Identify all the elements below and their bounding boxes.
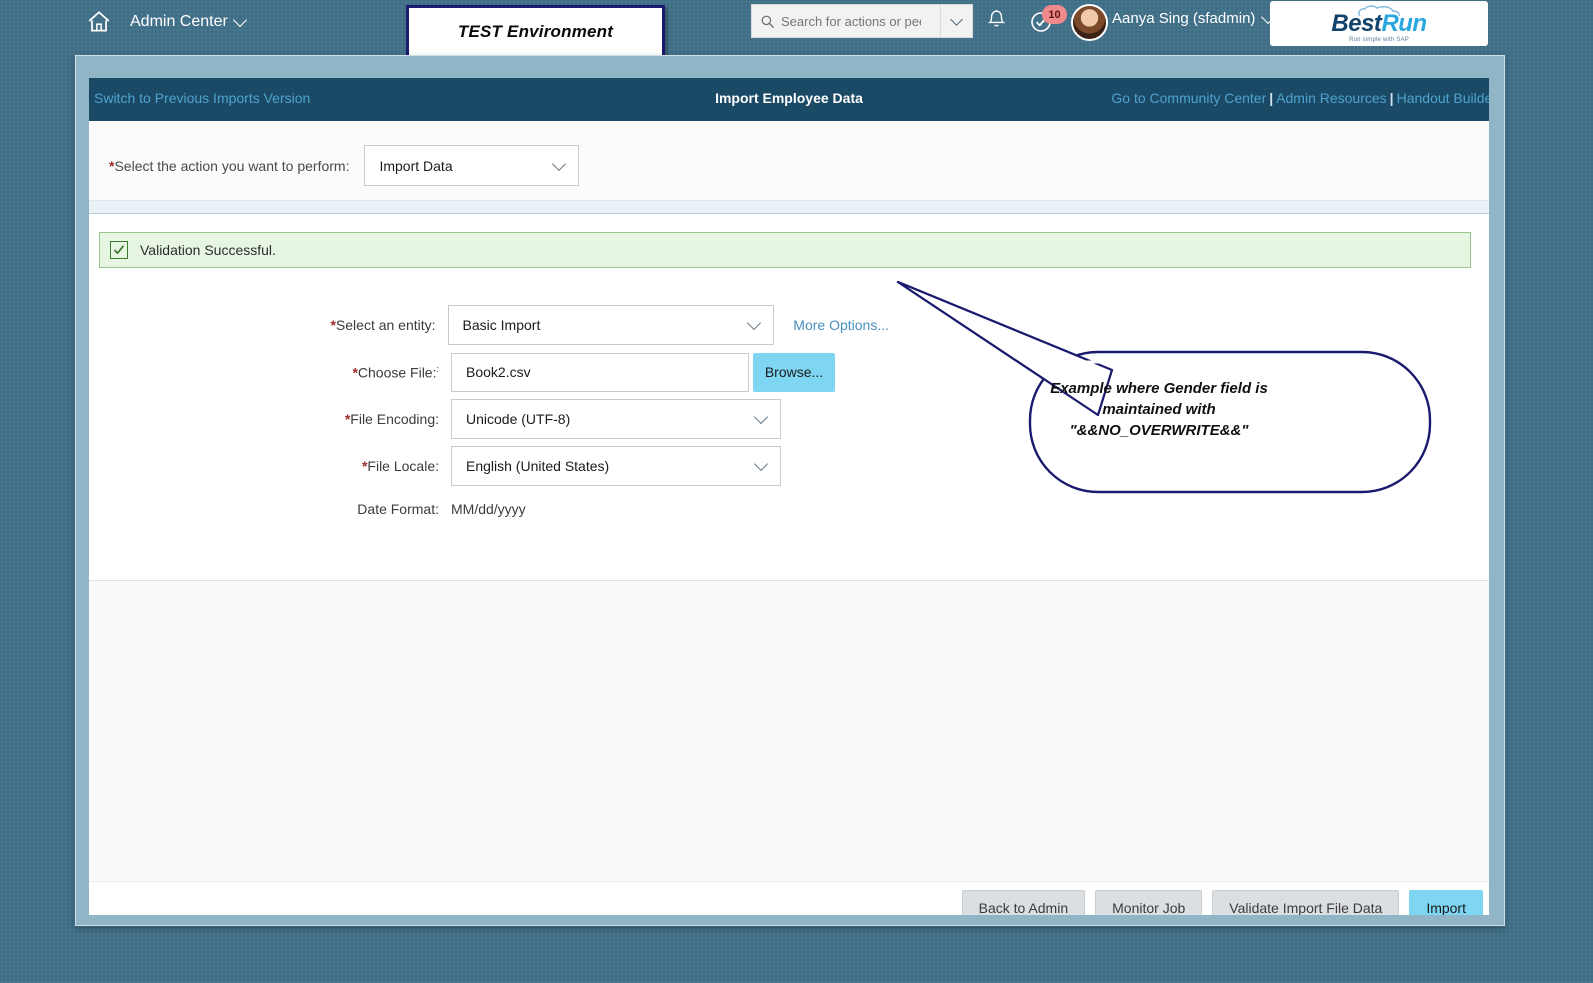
action-select-value: Import Data — [379, 157, 453, 174]
user-menu[interactable]: Aanya Sing (sfadmin) — [1112, 9, 1276, 27]
page-footer: Back to Admin Monitor Job Validate Impor… — [89, 882, 1489, 915]
community-center-link[interactable]: Go to Community Center — [1111, 90, 1266, 106]
search-box[interactable] — [751, 4, 973, 38]
brand-name-best: Best — [1331, 9, 1382, 37]
chevron-down-icon — [747, 315, 762, 331]
brand-name-run: Run — [1381, 9, 1427, 37]
import-form: *Select an entity: Basic Import More Opt… — [89, 305, 889, 533]
file-label-text: Choose File: — [357, 364, 437, 381]
shell-bar: Admin Center TEST Environment 10 Aanya S… — [0, 0, 1593, 58]
action-select[interactable]: Import Data — [364, 145, 580, 186]
brand-name: BestRun — [1331, 9, 1427, 37]
handout-builder-link[interactable]: Handout Builder — [1397, 90, 1489, 106]
chevron-down-icon — [950, 12, 963, 26]
page-container: Switch to Previous Imports Version Impor… — [89, 78, 1489, 915]
lower-pane — [89, 581, 1489, 882]
page-toolbar: Switch to Previous Imports Version Impor… — [89, 78, 1489, 121]
encoding-row: *File Encoding: Unicode (UTF-8) — [89, 399, 889, 439]
status-banner: Validation Successful. — [99, 232, 1471, 268]
main-panel: Validation Successful. *Select an entity… — [89, 214, 1489, 580]
brand-tagline: Run simple with SAP — [1349, 36, 1409, 43]
search-input[interactable] — [781, 6, 921, 36]
search-dropdown-button[interactable] — [940, 5, 972, 37]
date-format-value: MM/dd/yyyy — [451, 501, 526, 517]
checkbox-checked-icon — [110, 241, 128, 259]
chevron-down-icon — [753, 456, 769, 472]
file-row: *Choose File:: Book2.csv Browse... — [89, 352, 889, 392]
import-button[interactable]: Import — [1409, 890, 1483, 915]
encoding-label: *File Encoding: — [89, 411, 451, 427]
file-name-field[interactable]: Book2.csv — [451, 352, 749, 392]
date-format-label: Date Format: — [357, 501, 439, 517]
approvals-button[interactable]: 10 — [1027, 5, 1067, 35]
bell-icon[interactable] — [986, 8, 1007, 32]
entity-row: *Select an entity: Basic Import More Opt… — [89, 305, 889, 345]
status-banner-text: Validation Successful. — [140, 242, 276, 258]
file-name-value: Book2.csv — [466, 364, 531, 380]
admin-resources-link[interactable]: Admin Resources — [1276, 90, 1387, 106]
entity-label: *Select an entity: — [89, 317, 448, 333]
encoding-label-text: File Encoding: — [350, 411, 439, 427]
locale-select[interactable]: English (United States) — [451, 446, 781, 486]
admin-center-label: Admin Center — [130, 13, 228, 30]
link-separator: | — [1269, 90, 1274, 106]
encoding-select[interactable]: Unicode (UTF-8) — [451, 399, 781, 439]
brand-logo: BestRun Run simple with SAP — [1270, 1, 1488, 46]
file-label-superscript: : — [436, 363, 439, 374]
action-label-text: Select the action you want to perform: — [114, 157, 350, 174]
chevron-down-icon — [232, 12, 247, 28]
section-divider — [89, 200, 1489, 214]
monitor-job-button[interactable]: Monitor Job — [1095, 890, 1203, 915]
action-label: *Select the action you want to perform: — [109, 158, 349, 174]
chevron-down-icon — [552, 156, 567, 171]
test-environment-label: TEST Environment — [457, 21, 614, 41]
entity-select[interactable]: Basic Import — [447, 305, 775, 345]
approvals-badge: 10 — [1042, 5, 1067, 24]
more-options-link[interactable]: More Options... — [793, 317, 889, 333]
chevron-down-icon — [753, 409, 769, 425]
toolbar-links: Go to Community Center | Admin Resources | H… — [1111, 90, 1489, 106]
user-name-label: Aanya Sing (sfadmin) — [1112, 10, 1256, 27]
action-row: *Select the action you want to perform: … — [109, 145, 580, 186]
locale-row: *File Locale: English (United States) — [89, 446, 889, 486]
test-environment-banner: TEST Environment — [406, 5, 665, 58]
back-to-admin-button[interactable]: Back to Admin — [961, 890, 1086, 915]
encoding-select-value: Unicode (UTF-8) — [466, 411, 571, 427]
home-icon[interactable] — [86, 9, 112, 35]
file-label: *Choose File:: — [89, 364, 451, 381]
locale-select-value: English (United States) — [466, 458, 610, 474]
link-separator: | — [1389, 90, 1394, 106]
locale-label: *File Locale: — [89, 458, 451, 474]
date-format-row: Date Format: MM/dd/yyyy — [89, 494, 889, 524]
footer-buttons: Back to Admin Monitor Job Validate Impor… — [961, 890, 1483, 915]
user-avatar[interactable] — [1071, 4, 1108, 41]
entity-label-text: Select an entity: — [335, 317, 436, 333]
browse-button[interactable]: Browse... — [753, 352, 835, 392]
admin-center-menu[interactable]: Admin Center — [130, 10, 247, 34]
validate-import-file-data-button[interactable]: Validate Import File Data — [1212, 890, 1400, 915]
entity-select-value: Basic Import — [462, 317, 541, 333]
locale-label-text: File Locale: — [367, 458, 439, 474]
action-band: *Select the action you want to perform: … — [89, 121, 1489, 200]
search-icon — [761, 15, 774, 28]
